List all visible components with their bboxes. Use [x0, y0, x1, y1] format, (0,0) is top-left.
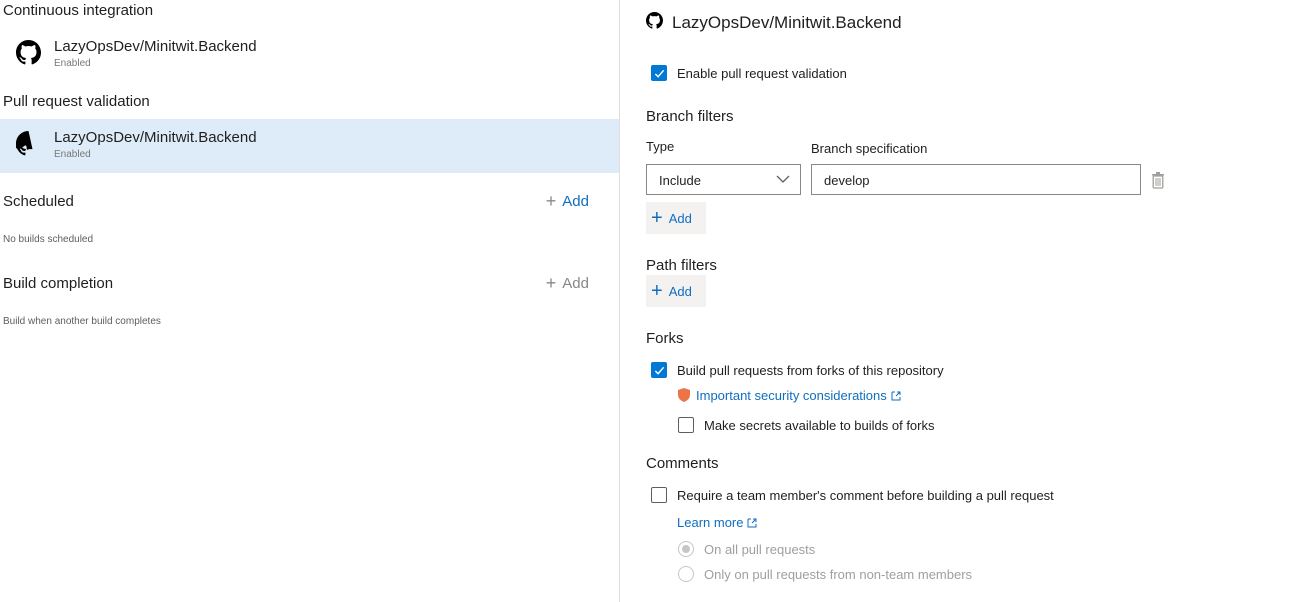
add-branch-filter-button[interactable]: + Add: [646, 202, 706, 234]
forks-title: Forks: [646, 330, 684, 347]
security-considerations-link[interactable]: Important security considerations: [696, 388, 901, 403]
comments-require-label: Require a team member's comment before b…: [677, 488, 1054, 503]
shield-icon: [678, 388, 690, 402]
completion-hint: Build when another build completes: [3, 316, 161, 327]
pr-repo-status: Enabled: [54, 149, 91, 160]
branch-filters-title: Branch filters: [646, 108, 734, 125]
add-completion-button[interactable]: + Add: [546, 274, 589, 292]
enable-pr-checkbox[interactable]: [651, 65, 667, 81]
add-path-filter-button[interactable]: + Add: [646, 275, 706, 307]
pr-settings-panel: LazyOpsDev/Minitwit.Backend Enable pull …: [621, 0, 1292, 602]
plus-icon: +: [545, 273, 557, 293]
add-path-filter-label: Add: [668, 283, 692, 299]
learn-more-label: Learn more: [677, 515, 744, 530]
security-link-label: Important security considerations: [696, 388, 887, 403]
forks-build-label: Build pull requests from forks of this r…: [677, 363, 944, 378]
radio-all-prs-label: On all pull requests: [704, 542, 816, 557]
ci-repo-status: Enabled: [54, 58, 91, 69]
type-dropdown[interactable]: Include: [646, 164, 801, 195]
radio-all-prs[interactable]: [678, 541, 694, 557]
github-icon: [16, 40, 41, 65]
secrets-label: Make secrets available to builds of fork…: [704, 418, 935, 433]
scheduled-hint: No builds scheduled: [3, 234, 94, 245]
external-link-icon: [891, 391, 901, 400]
completion-section-title: Build completion: [3, 275, 114, 292]
checkmark-icon: [654, 366, 665, 375]
forks-build-checkbox[interactable]: [651, 362, 667, 378]
type-dropdown-value: Include: [659, 173, 701, 188]
radio-non-team-prs-label: Only on pull requests from non-team memb…: [704, 567, 973, 582]
external-link-icon: [747, 518, 757, 527]
plus-icon: +: [651, 280, 663, 302]
path-filters-title: Path filters: [646, 257, 717, 274]
add-schedule-button[interactable]: + Add: [546, 192, 589, 210]
comments-require-checkbox[interactable]: [651, 487, 667, 503]
learn-more-link[interactable]: Learn more: [677, 515, 757, 530]
ci-section-title: Continuous integration: [3, 2, 154, 19]
plus-icon: +: [651, 207, 663, 229]
add-branch-filter-label: Add: [668, 210, 692, 226]
enable-pr-label: Enable pull request validation: [677, 66, 847, 81]
checkmark-icon: [654, 69, 665, 78]
plus-icon: +: [545, 191, 557, 211]
ci-repo-name: LazyOpsDev/Minitwit.Backend: [54, 38, 257, 55]
comments-title: Comments: [646, 455, 719, 472]
triggers-list-panel: Continuous integration LazyOpsDev/Minitw…: [0, 0, 620, 602]
type-label: Type: [646, 139, 675, 154]
add-completion-label: Add: [562, 274, 589, 292]
branch-spec-label: Branch specification: [811, 141, 928, 156]
radio-non-team-prs[interactable]: [678, 566, 694, 582]
github-icon: [646, 12, 663, 29]
repo-title: LazyOpsDev/Minitwit.Backend: [672, 13, 902, 32]
pr-section-title: Pull request validation: [3, 93, 150, 110]
pr-repo-name: LazyOpsDev/Minitwit.Backend: [54, 129, 257, 146]
pr-repo-item[interactable]: LazyOpsDev/Minitwit.Backend Enabled: [0, 119, 619, 173]
trash-icon[interactable]: [1151, 172, 1165, 189]
add-schedule-label: Add: [562, 192, 589, 210]
branch-spec-input[interactable]: develop: [811, 164, 1141, 195]
branch-spec-value: develop: [824, 173, 870, 188]
secrets-checkbox[interactable]: [678, 417, 694, 433]
github-icon: [16, 131, 33, 156]
ci-repo-item[interactable]: LazyOpsDev/Minitwit.Backend Enabled: [0, 28, 619, 82]
scheduled-section-title: Scheduled: [3, 193, 74, 210]
chevron-down-icon: [776, 175, 790, 183]
